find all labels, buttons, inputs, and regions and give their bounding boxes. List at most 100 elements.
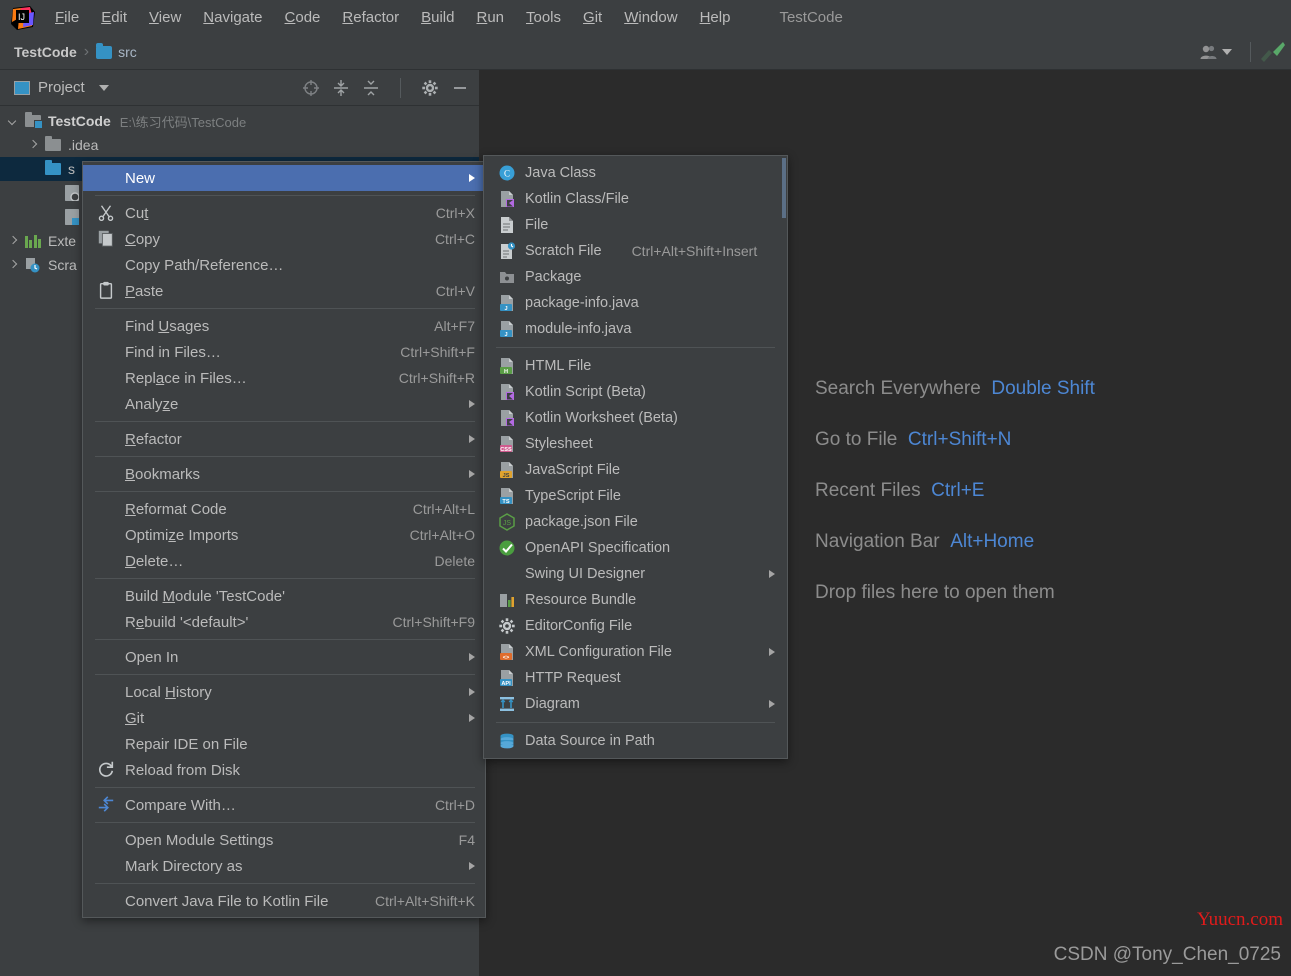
menu-window[interactable]: Window bbox=[613, 6, 688, 29]
context-menu-item-refactor[interactable]: Refactor bbox=[83, 426, 485, 452]
breadcrumb-root[interactable]: TestCode bbox=[14, 44, 77, 60]
context-menu-item-find-usages[interactable]: Find Usages Alt+F7 bbox=[83, 313, 485, 339]
menu-separator bbox=[95, 308, 475, 309]
context-menu-item-mark-directory-as[interactable]: Mark Directory as bbox=[83, 853, 485, 879]
reload-icon bbox=[97, 760, 121, 780]
new-submenu-item-http-request[interactable]: API HTTP Request bbox=[484, 665, 787, 691]
new-submenu-item-editorconfig-file[interactable]: EditorConfig File bbox=[484, 613, 787, 639]
menu-separator bbox=[95, 421, 475, 422]
context-menu-item-git[interactable]: Git bbox=[83, 705, 485, 731]
new-submenu-item-html-file[interactable]: H HTML File bbox=[484, 353, 787, 379]
new-submenu-item-package-info-java[interactable]: Jpackage-info.java bbox=[484, 290, 787, 316]
new-submenu-item-kotlin-class-file[interactable]: Kotlin Class/File bbox=[484, 186, 787, 212]
menu-item-label: Build Module 'TestCode' bbox=[125, 587, 285, 605]
menu-item-shortcut: F4 bbox=[458, 832, 475, 848]
build-hammer-icon[interactable] bbox=[1259, 40, 1285, 64]
context-menu-item-paste[interactable]: Paste Ctrl+V bbox=[83, 278, 485, 304]
new-submenu-item-file[interactable]: File bbox=[484, 212, 787, 238]
compare-icon bbox=[97, 795, 121, 815]
new-submenu-item-typescript-file[interactable]: TS TypeScript File bbox=[484, 483, 787, 509]
new-submenu-item-openapi-specification[interactable]: OpenAPI Specification bbox=[484, 535, 787, 561]
new-submenu-item-scratch-file[interactable]: Scratch File Ctrl+Alt+Shift+Insert bbox=[484, 238, 787, 264]
expand-all-icon[interactable] bbox=[332, 79, 350, 97]
context-menu-item-new[interactable]: New bbox=[83, 165, 485, 191]
menu-item-label: Copy bbox=[125, 230, 161, 248]
chevron-right-icon[interactable] bbox=[8, 260, 19, 271]
project-toolwindow-header: Project bbox=[0, 70, 479, 106]
java-badge-icon: J bbox=[498, 294, 516, 312]
context-menu-item-analyze[interactable]: Analyze bbox=[83, 391, 485, 417]
context-menu-item-rebuild-default[interactable]: Rebuild '<default>' Ctrl+Shift+F9 bbox=[83, 609, 485, 635]
context-menu-item-replace-in-files[interactable]: Replace in Files… Ctrl+Shift+R bbox=[83, 365, 485, 391]
context-menu-item-copy-path-reference[interactable]: Copy Path/Reference… bbox=[83, 252, 485, 278]
context-menu-item-reformat-code[interactable]: Reformat Code Ctrl+Alt+L bbox=[83, 496, 485, 522]
new-submenu-item-resource-bundle[interactable]: Resource Bundle bbox=[484, 587, 787, 613]
menu-edit[interactable]: Edit bbox=[90, 6, 138, 29]
submenu-item-label: EditorConfig File bbox=[525, 618, 633, 634]
tree-node[interactable]: .idea bbox=[0, 133, 479, 157]
new-submenu-item-diagram[interactable]: Diagram bbox=[484, 691, 787, 717]
new-submenu-item-module-info-java[interactable]: Jmodule-info.java bbox=[484, 316, 787, 342]
menu-code[interactable]: Code bbox=[274, 6, 332, 29]
new-submenu-item-package[interactable]: Package bbox=[484, 264, 787, 290]
context-menu-item-copy[interactable]: Copy Ctrl+C bbox=[83, 226, 485, 252]
context-menu-item-delete[interactable]: Delete… Delete bbox=[83, 548, 485, 574]
divider bbox=[1250, 42, 1251, 62]
submenu-item-label: Java Class bbox=[525, 165, 596, 181]
context-menu-item-optimize-imports[interactable]: Optimize Imports Ctrl+Alt+O bbox=[83, 522, 485, 548]
menu-run[interactable]: Run bbox=[465, 6, 515, 29]
context-menu-item-open-in[interactable]: Open In bbox=[83, 644, 485, 670]
context-menu-item-convert-java-file-to-kotlin-file[interactable]: Convert Java File to Kotlin File Ctrl+Alt… bbox=[83, 888, 485, 914]
editor-hint: Search Everywhere Double Shift bbox=[815, 378, 1095, 399]
resource-bundle-icon bbox=[498, 591, 516, 609]
breadcrumb-leaf[interactable]: src bbox=[118, 44, 137, 60]
menu-separator bbox=[95, 456, 475, 457]
menu-file[interactable]: File bbox=[44, 6, 90, 29]
context-menu-item-reload-from-disk[interactable]: Reload from Disk bbox=[83, 757, 485, 783]
gear-icon[interactable] bbox=[421, 79, 439, 97]
menu-build[interactable]: Build bbox=[410, 6, 465, 29]
new-submenu-item-kotlin-script-beta[interactable]: Kotlin Script (Beta) bbox=[484, 379, 787, 405]
locate-icon[interactable] bbox=[302, 79, 320, 97]
context-menu-item-open-module-settings[interactable]: Open Module Settings F4 bbox=[83, 827, 485, 853]
new-submenu-item-xml-configuration-file[interactable]: <> XML Configuration File bbox=[484, 639, 787, 665]
new-submenu-item-package-json-file[interactable]: JS package.json File bbox=[484, 509, 787, 535]
menu-navigate[interactable]: Navigate bbox=[192, 6, 273, 29]
new-submenu-item-javascript-file[interactable]: JS JavaScript File bbox=[484, 457, 787, 483]
context-menu-item-compare-with[interactable]: Compare With… Ctrl+D bbox=[83, 792, 485, 818]
new-submenu-item-swing-ui-designer[interactable]: Swing UI Designer bbox=[484, 561, 787, 587]
submenu-item-label: File bbox=[525, 217, 549, 233]
chevron-right-icon bbox=[469, 862, 475, 870]
menu-item-label: Local History bbox=[125, 683, 212, 701]
chevron-down-icon[interactable] bbox=[8, 116, 19, 127]
collapse-all-icon[interactable] bbox=[362, 79, 380, 97]
menu-item-label: Convert Java File to Kotlin File bbox=[125, 892, 329, 910]
menu-view[interactable]: View bbox=[138, 6, 192, 29]
context-menu-item-cut[interactable]: Cut Ctrl+X bbox=[83, 200, 485, 226]
context-menu-item-bookmarks[interactable]: Bookmarks bbox=[83, 461, 485, 487]
hide-toolwindow-icon[interactable] bbox=[451, 79, 469, 97]
menu-item-shortcut: Ctrl+Alt+O bbox=[409, 527, 475, 543]
chevron-down-icon[interactable] bbox=[98, 84, 109, 91]
chevron-down-icon[interactable] bbox=[1222, 49, 1232, 55]
new-submenu-item-data-source-in-path[interactable]: Data Source in Path bbox=[484, 728, 787, 754]
chevron-right-icon[interactable] bbox=[28, 140, 39, 151]
chevron-right-icon[interactable] bbox=[8, 236, 19, 247]
svg-text:J: J bbox=[504, 306, 507, 312]
new-submenu-item-kotlin-worksheet-beta[interactable]: Kotlin Worksheet (Beta) bbox=[484, 405, 787, 431]
svg-text:IJ: IJ bbox=[18, 12, 25, 22]
menu-help[interactable]: Help bbox=[689, 6, 742, 29]
menu-git[interactable]: Git bbox=[572, 6, 613, 29]
context-menu-item-local-history[interactable]: Local History bbox=[83, 679, 485, 705]
submenu-item-label: XML Configuration File bbox=[525, 644, 672, 660]
context-menu-item-repair-ide-on-file[interactable]: Repair IDE on File bbox=[83, 731, 485, 757]
context-menu-item-find-in-files[interactable]: Find in Files… Ctrl+Shift+F bbox=[83, 339, 485, 365]
tree-node[interactable]: TestCode E:\练习代码\TestCode bbox=[0, 109, 479, 133]
menu-tools[interactable]: Tools bbox=[515, 6, 572, 29]
new-submenu-item-java-class[interactable]: C Java Class bbox=[484, 160, 787, 186]
new-submenu-item-stylesheet[interactable]: CSS Stylesheet bbox=[484, 431, 787, 457]
context-menu-item-build-module-testcode[interactable]: Build Module 'TestCode' bbox=[83, 583, 485, 609]
menu-refactor[interactable]: Refactor bbox=[331, 6, 410, 29]
user-icon[interactable] bbox=[1199, 44, 1219, 60]
